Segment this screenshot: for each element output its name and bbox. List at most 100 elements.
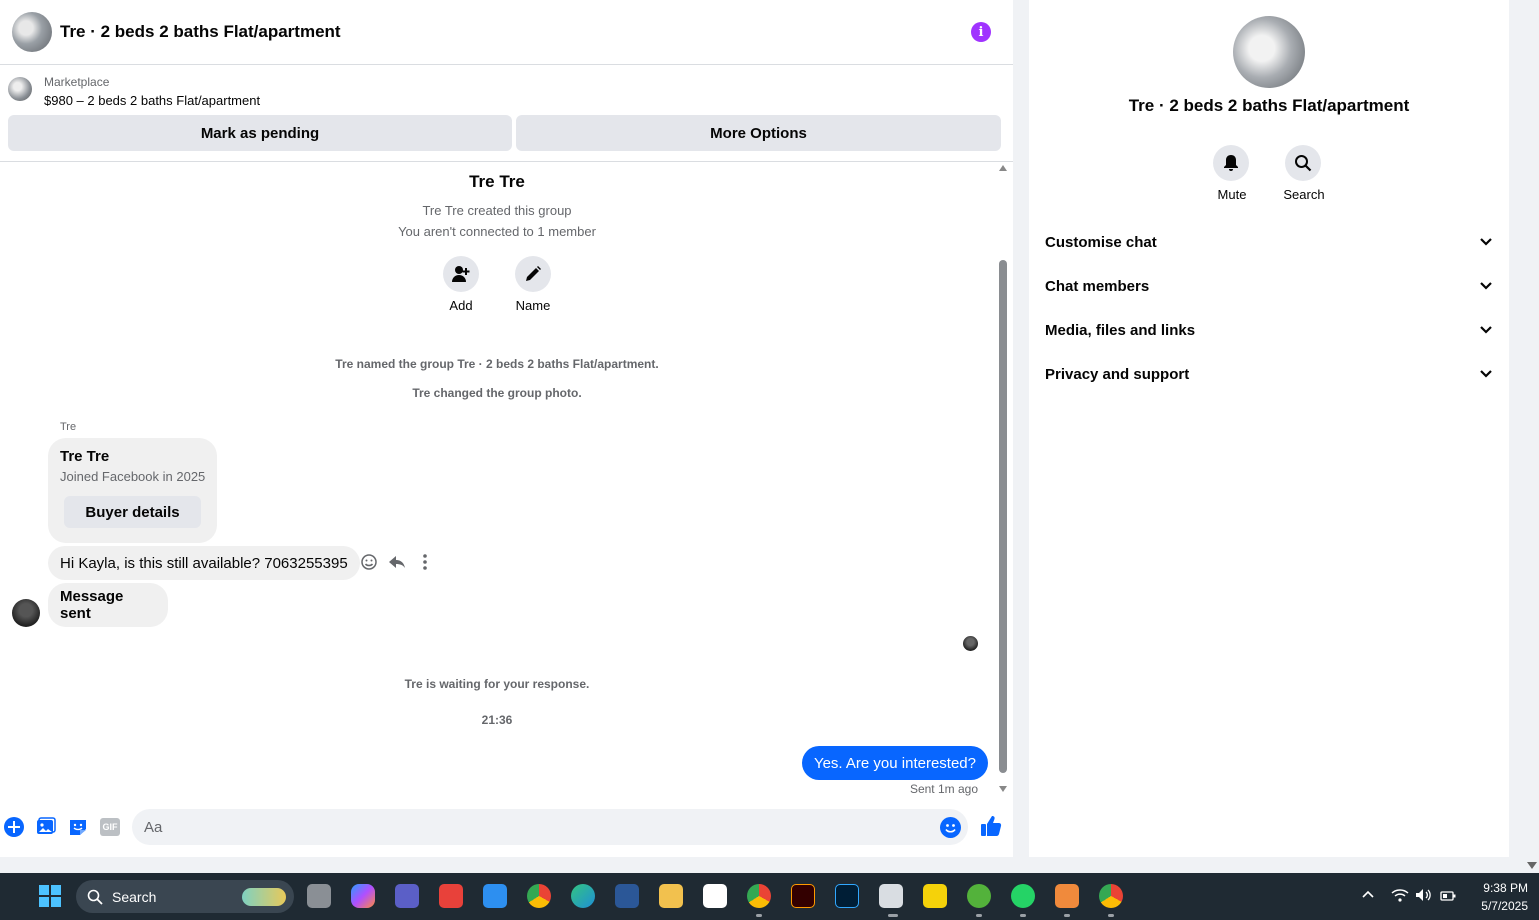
group-created-text: Tre Tre created this group [422,203,572,218]
mute-label: Mute [1217,187,1247,202]
scroll-thumb[interactable] [999,260,1007,773]
clock-date[interactable]: 5/7/2025 [1466,899,1528,913]
section-media-files-links[interactable]: Media, files and links [1045,308,1493,352]
photo-icon[interactable] [36,817,56,837]
edge-icon[interactable] [571,884,595,908]
file-explorer-icon[interactable] [659,884,683,908]
plus-icon[interactable] [4,817,24,837]
info-icon[interactable]: i [971,22,991,42]
buyer-card-joined: Joined Facebook in 2025 [60,469,206,484]
photoshop-icon[interactable] [835,884,859,908]
clock-time[interactable]: 9:38 PM [1466,881,1528,895]
sender-avatar[interactable] [12,599,40,627]
message-composer: GIF Aa [0,806,1013,848]
whatsapp-icon[interactable] [1011,884,1035,908]
message-status-bubble: Message sent [48,583,168,627]
add-person-icon[interactable] [443,256,479,292]
teams-icon[interactable] [395,884,419,908]
group-name: Tre Tre [469,172,525,191]
sender-label: Tre [60,421,77,433]
listing-thumbnail[interactable] [8,77,32,101]
add-label: Add [449,298,473,313]
task-view-icon[interactable] [307,884,331,908]
volume-icon[interactable] [1415,888,1433,902]
chat-header: Tre · 2 beds 2 baths Flat/apartment i [0,0,1013,65]
microsoft-store-icon[interactable] [703,884,727,908]
message-input[interactable]: Aa [132,809,968,845]
group-avatar[interactable] [12,12,52,52]
running-indicator [1064,914,1070,917]
chevron-up-icon[interactable] [1362,888,1374,900]
buyer-details-button[interactable]: Buyer details [64,496,201,528]
message-thread: Tre Tre Tre Tre created this group You a… [0,162,1013,802]
mute-action[interactable]: Mute [1213,145,1251,202]
chrome-profile-icon[interactable] [747,884,771,908]
chat-panel: Tre · 2 beds 2 baths Flat/apartment i Ma… [0,0,1013,857]
search-label: Search [1283,187,1325,202]
listing-price-title[interactable]: $980 – 2 beds 2 baths Flat/apartment [44,93,260,108]
running-indicator [888,914,898,917]
section-chat-members[interactable]: Chat members [1045,264,1493,308]
running-indicator [1020,914,1026,917]
app-icon[interactable] [1055,884,1079,908]
chevron-down-icon [1480,238,1492,246]
buyer-card: Tre Tre Joined Facebook in 2025 Buyer de… [48,438,217,543]
chat-title[interactable]: Tre · 2 beds 2 baths Flat/apartment [60,22,341,42]
message-timestamp: 21:36 [481,713,513,727]
search-icon [87,889,103,905]
more-vertical-icon[interactable] [420,553,430,571]
sticky-notes-icon[interactable] [923,884,947,908]
more-options-button[interactable]: More Options [516,115,1001,151]
scroll-down-arrow-icon[interactable] [999,786,1007,792]
marketplace-listing: Marketplace $980 – 2 beds 2 baths Flat/a… [0,65,1013,162]
scroll-up-arrow-icon[interactable] [999,165,1007,171]
thread-scrollbar[interactable] [997,165,1009,795]
thumbs-up-icon[interactable] [980,815,1002,837]
windows-start-icon[interactable] [39,885,61,907]
search-icon[interactable] [1285,145,1321,181]
gif-icon[interactable]: GIF [100,818,120,836]
wifi-icon[interactable] [1391,888,1409,902]
chevron-down-icon [1480,370,1492,378]
incoming-message-bubble[interactable]: Hi Kayla, is this still available? 70632… [48,546,360,580]
rename-group-action[interactable]: Name [515,256,551,313]
reply-icon[interactable] [388,553,406,571]
mail-icon[interactable] [483,884,507,908]
add-member-action[interactable]: Add [443,256,479,313]
search-action[interactable]: Search [1283,145,1325,202]
section-privacy-support[interactable]: Privacy and support [1045,352,1493,396]
event-group-named: Tre named the group Tre · 2 beds 2 baths… [335,357,659,371]
group-photo[interactable] [1233,16,1305,88]
details-title: Tre · 2 beds 2 baths Flat/apartment [1128,96,1410,115]
taskbar-search-box[interactable]: Search [76,880,294,913]
outgoing-status: Sent 1m ago [909,782,978,796]
chrome-icon[interactable] [527,884,551,908]
snipping-tool-icon[interactable] [879,884,903,908]
windows-taskbar: Search 9:38 PM 5/7/2025 [0,873,1539,920]
chevron-down-icon [1480,326,1492,334]
page-scroll-down-icon[interactable] [1527,862,1537,869]
copilot-icon[interactable] [351,884,375,908]
event-group-photo: Tre changed the group photo. [412,386,582,400]
section-label: Media, files and links [1045,321,1196,339]
battery-icon[interactable] [1440,889,1456,901]
illustrator-icon[interactable] [791,884,815,908]
taskbar-search-label: Search [112,889,157,905]
utorrent-icon[interactable] [967,884,991,908]
anydesk-icon[interactable] [439,884,463,908]
waiting-text: Tre is waiting for your response. [404,677,590,691]
bell-icon[interactable] [1213,145,1249,181]
section-label: Privacy and support [1045,365,1190,383]
sticker-icon[interactable] [68,817,88,837]
chrome-alt-profile-icon[interactable] [1099,884,1123,908]
outgoing-message-bubble[interactable]: Yes. Are you interested? [801,746,988,780]
running-indicator [1108,914,1114,917]
pencil-icon[interactable] [515,256,551,292]
name-label: Name [515,298,551,313]
word-icon[interactable] [615,884,639,908]
emoji-icon[interactable] [940,817,961,838]
react-smile-icon[interactable] [360,553,378,571]
mark-as-pending-button[interactable]: Mark as pending [8,115,512,151]
section-label: Chat members [1045,277,1150,295]
section-customise-chat[interactable]: Customise chat [1045,220,1493,264]
